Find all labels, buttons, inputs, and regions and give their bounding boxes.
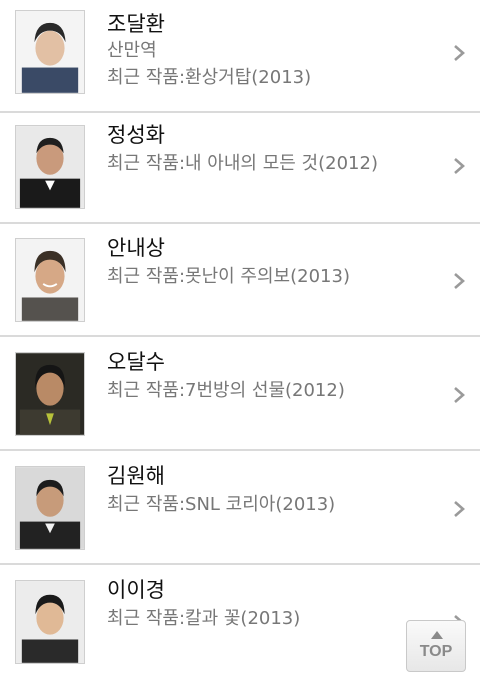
divider	[0, 563, 480, 565]
chevron-right-icon	[452, 44, 466, 62]
divider	[0, 449, 480, 451]
actor-photo	[15, 580, 85, 664]
actor-photo	[15, 125, 85, 209]
chevron-right-icon	[452, 386, 466, 404]
actor-recent-work: 최근 작품:SNL 코리아(2013)	[107, 494, 336, 515]
actor-name: 오달수	[107, 350, 165, 374]
actor-role: 산만역	[107, 40, 157, 61]
list-item[interactable]: 정성화 최근 작품:내 아내의 모든 것(2012)	[0, 111, 480, 224]
scroll-to-top-label: TOP	[419, 643, 453, 660]
actor-name: 안내상	[107, 236, 165, 260]
chevron-right-icon	[452, 157, 466, 175]
list-item[interactable]: 김원해 최근 작품:SNL 코리아(2013)	[0, 452, 480, 565]
actor-recent-work: 최근 작품:환상거탑(2013)	[107, 67, 312, 88]
chevron-right-icon	[452, 500, 466, 518]
actor-photo	[15, 466, 85, 550]
scroll-to-top-button[interactable]: TOP	[406, 620, 466, 672]
list-item[interactable]: 조달환 산만역 최근 작품:환상거탑(2013)	[0, 0, 480, 113]
actor-name: 이이경	[107, 578, 165, 602]
actor-recent-work: 최근 작품:7번방의 선물(2012)	[107, 380, 345, 401]
chevron-right-icon	[452, 272, 466, 290]
arrow-up-icon	[431, 631, 443, 639]
actor-recent-work: 최근 작품:칼과 꽃(2013)	[107, 608, 301, 629]
actor-photo	[15, 352, 85, 436]
actor-recent-work: 최근 작품:내 아내의 모든 것(2012)	[107, 153, 378, 174]
divider	[0, 335, 480, 337]
actor-name: 정성화	[107, 123, 165, 147]
list-item[interactable]: 오달수 최근 작품:7번방의 선물(2012)	[0, 338, 480, 451]
actor-photo	[15, 238, 85, 322]
actor-photo	[15, 10, 85, 94]
actor-name: 조달환	[107, 12, 165, 36]
list-item[interactable]: 안내상 최근 작품:못난이 주의보(2013)	[0, 224, 480, 337]
actor-name: 김원해	[107, 464, 165, 488]
actor-recent-work: 최근 작품:못난이 주의보(2013)	[107, 266, 350, 287]
